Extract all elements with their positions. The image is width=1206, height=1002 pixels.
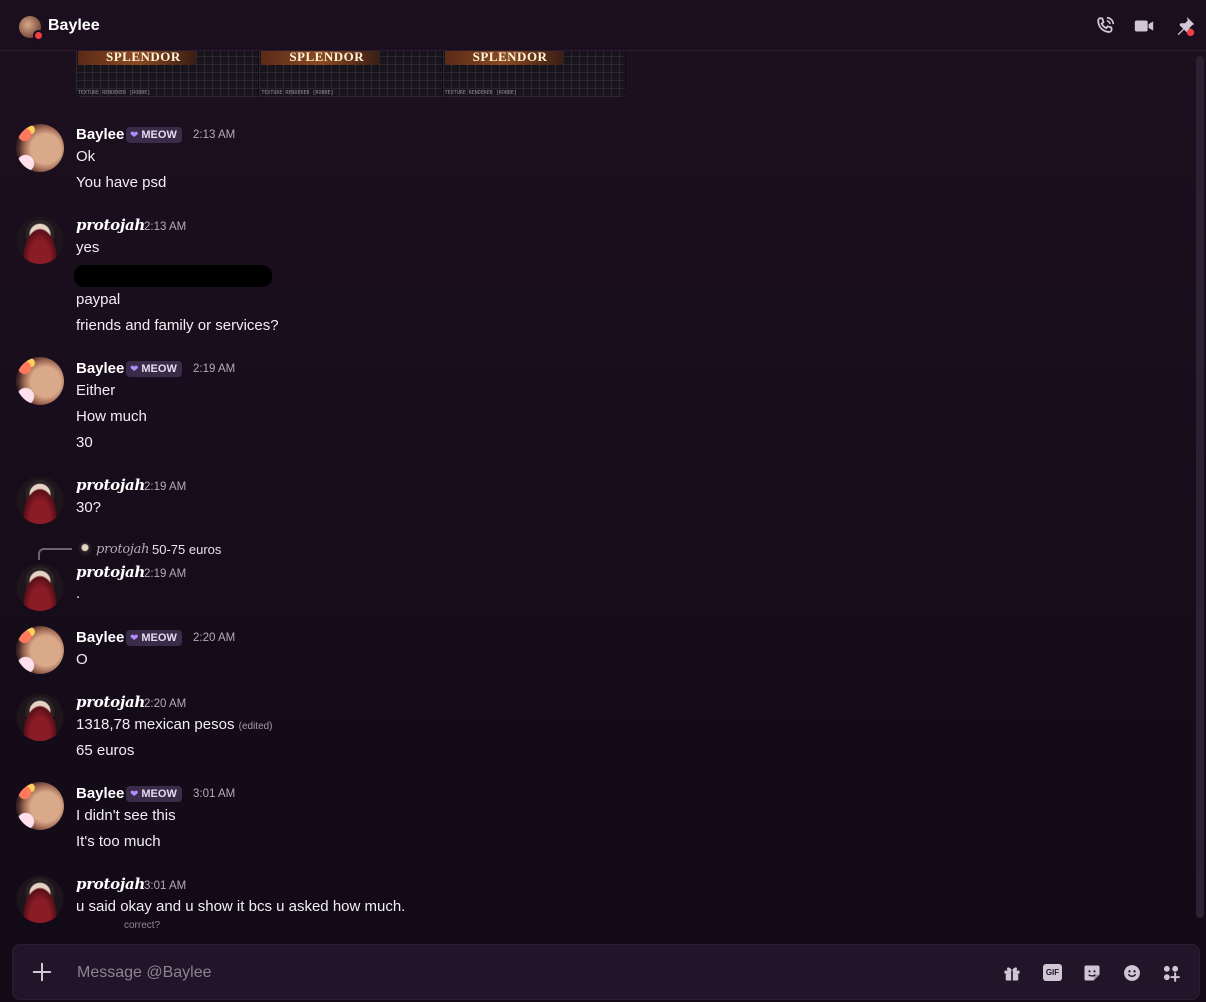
message-author[interactable]: Baylee	[76, 360, 124, 377]
guild-tag-label: MEOW	[141, 788, 177, 800]
message-timestamp: 2:20 AM	[144, 698, 187, 710]
message-author[interactable]: protojah	[76, 476, 145, 494]
avatar[interactable]	[16, 782, 64, 830]
message-text: You have psd	[76, 174, 167, 191]
reply-preview-text[interactable]: 50-75 euros	[152, 542, 221, 557]
guild-tag[interactable]: ❤ MEOW	[126, 786, 182, 802]
message-input[interactable]	[77, 959, 977, 987]
message-text: u said okay and u show it bcs u asked ho…	[76, 898, 406, 915]
message-text: It's too much	[76, 833, 161, 850]
guild-tag[interactable]: ❤ MEOW	[126, 630, 182, 646]
attachment-brand: SPLENDOR	[289, 51, 365, 64]
message-text: paypal	[76, 291, 121, 308]
message-text: I didn't see this	[76, 807, 176, 824]
partial-message-text: correct?	[124, 920, 161, 928]
status-indicator	[33, 30, 44, 41]
message-author[interactable]: Baylee	[76, 785, 124, 802]
reply-author[interactable]: protojah	[96, 542, 149, 557]
image-attachment[interactable]: SPLENDOR TEXTURE RENDERER [ROBBE] SPLEND…	[76, 51, 626, 97]
message-timestamp: 2:13 AM	[144, 221, 187, 233]
gif-label: GIF	[1045, 968, 1060, 977]
reply-connector	[38, 548, 72, 560]
gift-icon[interactable]	[1002, 963, 1022, 983]
message-author[interactable]: protojah	[76, 693, 145, 711]
plus-icon[interactable]	[31, 961, 53, 983]
message-timestamp: 2:20 AM	[193, 632, 236, 644]
avatar[interactable]	[16, 476, 64, 524]
attachment-panel: SPLENDOR TEXTURE RENDERER [ROBBE]	[76, 51, 260, 97]
heart-icon: ❤	[130, 363, 139, 375]
message-text: friends and family or services?	[76, 317, 279, 334]
message-author[interactable]: protojah	[76, 875, 145, 893]
message-timestamp: 2:13 AM	[193, 129, 236, 141]
message-author[interactable]: protojah	[76, 563, 145, 581]
avatar[interactable]	[16, 563, 64, 611]
message-timestamp: 2:19 AM	[144, 481, 187, 493]
attachment-panel: SPLENDOR TEXTURE RENDERER [ROBBE]	[259, 51, 443, 97]
redacted-block	[74, 265, 272, 287]
scrollbar-track[interactable]	[1196, 56, 1204, 918]
message-timestamp: 3:01 AM	[193, 788, 236, 800]
avatar[interactable]	[16, 875, 64, 923]
pin-icon[interactable]	[1174, 15, 1196, 37]
attachment-brand: SPLENDOR	[472, 51, 548, 64]
avatar[interactable]	[16, 626, 64, 674]
attachment-caption: TEXTURE RENDERER [ROBBE]	[261, 90, 334, 96]
avatar[interactable]	[16, 357, 64, 405]
message-timestamp: 3:01 AM	[144, 880, 187, 892]
message-timestamp: 2:19 AM	[144, 568, 187, 580]
message-text: Ok	[76, 148, 96, 165]
guild-tag-label: MEOW	[141, 129, 177, 141]
attachment-panel: SPLENDOR TEXTURE RENDERER [ROBBE]	[442, 51, 626, 97]
avatar[interactable]	[16, 124, 64, 172]
message-author[interactable]: Baylee	[76, 126, 124, 143]
message-text-content: 1318,78 mexican pesos	[76, 716, 235, 733]
heart-icon: ❤	[130, 632, 139, 644]
heart-icon: ❤	[130, 129, 139, 141]
message-text: O	[76, 651, 88, 668]
message-timestamp: 2:19 AM	[193, 363, 236, 375]
message-text: 30?	[76, 499, 102, 516]
message-text: 65 euros	[76, 742, 135, 759]
message-text: .	[76, 585, 81, 602]
avatar[interactable]	[16, 216, 64, 264]
attachment-caption: TEXTURE RENDERER [ROBBE]	[444, 90, 517, 96]
message-text: yes	[76, 239, 100, 256]
scrollbar-thumb[interactable]	[1196, 56, 1204, 918]
message-text: 1318,78 mexican pesos (edited)	[76, 716, 273, 733]
message-text: How much	[76, 408, 147, 425]
avatar[interactable]	[16, 693, 64, 741]
gif-icon[interactable]: GIF	[1043, 964, 1062, 981]
guild-tag[interactable]: ❤ MEOW	[126, 127, 182, 143]
message-text: 30	[76, 434, 93, 451]
heart-icon: ❤	[130, 788, 139, 800]
channel-header: Baylee	[0, 0, 1206, 51]
attachment-brand: SPLENDOR	[106, 51, 181, 64]
video-call-icon[interactable]	[1133, 15, 1155, 37]
header-avatar[interactable]	[19, 16, 44, 41]
phone-call-icon[interactable]	[1094, 15, 1116, 37]
guild-tag-label: MEOW	[141, 363, 177, 375]
guild-tag[interactable]: ❤ MEOW	[126, 361, 182, 377]
message-text: Either	[76, 382, 116, 399]
message-author[interactable]: protojah	[76, 216, 145, 234]
message-composer: GIF	[12, 944, 1200, 1000]
message-author[interactable]: Baylee	[76, 629, 124, 646]
edited-label: (edited)	[238, 721, 273, 732]
emoji-icon[interactable]	[1122, 963, 1142, 983]
sticker-icon[interactable]	[1082, 963, 1102, 983]
channel-title: Baylee	[48, 17, 100, 34]
apps-icon[interactable]	[1161, 963, 1181, 983]
attachment-caption: TEXTURE RENDERER [ROBBE]	[78, 90, 151, 96]
reply-avatar[interactable]	[78, 542, 92, 556]
guild-tag-label: MEOW	[141, 632, 177, 644]
